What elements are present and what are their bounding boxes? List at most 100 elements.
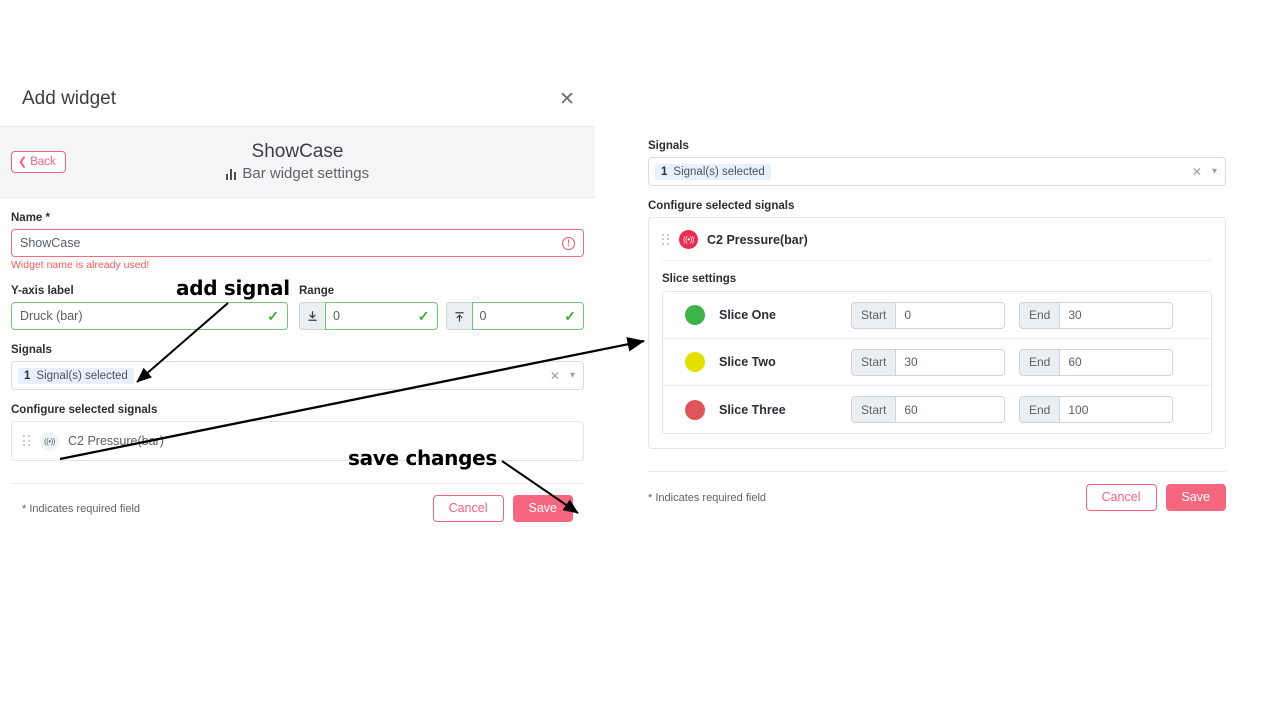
slice-start-input[interactable]: 60 xyxy=(895,396,1005,423)
slice-start-label: Start xyxy=(851,301,896,329)
slice-row: Slice Two Start 30 End 60 xyxy=(663,339,1211,386)
right-signals-select[interactable]: 1 Signal(s) selected ✕ ▾ xyxy=(648,157,1226,186)
slice-start-value: 30 xyxy=(904,355,918,369)
add-widget-dialog: Add widget ✕ ❮ Back ShowCase Bar widget … xyxy=(0,72,595,533)
signal-configuration-panel: Signals 1 Signal(s) selected ✕ ▾ Configu… xyxy=(648,140,1226,523)
chevron-down-icon[interactable]: ▾ xyxy=(1212,166,1217,177)
right-signals-label: Signals xyxy=(648,140,689,152)
range-min-group: 0 ✓ xyxy=(299,302,438,330)
configure-signals-group: Configure selected signals ((•)) C2 Pres… xyxy=(11,404,584,461)
signals-selected-chip: 1 Signal(s) selected xyxy=(18,367,134,384)
widget-subtitle: Bar widget settings xyxy=(225,165,370,183)
signals-label: Signals xyxy=(11,344,52,356)
signals-selected-count: 1 xyxy=(24,369,31,382)
signal-row[interactable]: ((•)) C2 Pressure(bar) xyxy=(662,230,1212,249)
slice-end-input[interactable]: 100 xyxy=(1059,396,1173,423)
right-configure-signals-label: Configure selected signals xyxy=(648,200,795,212)
name-field-group: Name * ShowCase ! Widget name is already… xyxy=(11,212,584,271)
right-signals-selected-chip: 1 Signal(s) selected xyxy=(655,163,771,180)
download-to-line-icon xyxy=(299,302,325,330)
signal-row-label: C2 Pressure(bar) xyxy=(707,232,808,247)
name-label: Name * xyxy=(11,212,50,224)
slice-settings-label: Slice settings xyxy=(662,273,737,285)
right-signals-field-group: Signals 1 Signal(s) selected ✕ ▾ xyxy=(648,140,1226,186)
yaxis-input[interactable]: Druck (bar) ✓ xyxy=(11,302,288,330)
slice-end-group: End 30 xyxy=(1019,301,1173,329)
slice-start-input[interactable]: 0 xyxy=(895,301,1005,329)
slice-row: Slice Three Start 60 End 100 xyxy=(663,386,1211,433)
slice-start-group: Start 30 xyxy=(851,348,1005,376)
right-signals-selected-count: 1 xyxy=(661,165,668,178)
slice-end-input[interactable]: 60 xyxy=(1059,348,1173,376)
widget-form: Name * ShowCase ! Widget name is already… xyxy=(0,198,595,533)
dialog-footer: * Indicates required field Cancel Save xyxy=(11,483,584,533)
slice-name: Slice Two xyxy=(719,355,776,369)
slice-settings-table: Slice One Start 0 End 30 Slice Two Start… xyxy=(662,291,1212,434)
signal-row[interactable]: ((•)) C2 Pressure(bar) xyxy=(11,421,584,461)
slice-start-value: 60 xyxy=(904,402,918,417)
required-field-note: * Indicates required field xyxy=(22,502,141,515)
signal-row-label: C2 Pressure(bar) xyxy=(68,434,164,448)
exclamation-circle-icon: ! xyxy=(562,236,575,250)
slice-end-value: 60 xyxy=(1068,355,1082,369)
name-input-value: ShowCase xyxy=(20,236,81,250)
drag-handle-icon[interactable] xyxy=(23,435,31,447)
slice-row: Slice One Start 0 End 30 xyxy=(663,292,1211,339)
save-button[interactable]: Save xyxy=(512,495,573,522)
bar-chart-icon xyxy=(225,168,237,180)
clear-x-icon[interactable]: ✕ xyxy=(550,369,560,383)
slice-color-dot xyxy=(685,305,705,325)
right-configure-signals-group: Configure selected signals ((•)) C2 Pres… xyxy=(648,200,1226,449)
back-button[interactable]: ❮ Back xyxy=(11,151,66,173)
slice-start-group: Start 0 xyxy=(851,301,1005,329)
slice-end-group: End 100 xyxy=(1019,396,1173,423)
close-icon[interactable]: ✕ xyxy=(555,87,579,111)
slice-end-input[interactable]: 30 xyxy=(1059,301,1173,329)
signals-selected-text: Signal(s) selected xyxy=(36,369,128,382)
slice-start-group: Start 60 xyxy=(851,396,1005,423)
signal-broadcast-icon: ((•)) xyxy=(679,230,698,249)
page-title: Add widget xyxy=(22,88,117,109)
signals-field-group: Signals 1 Signal(s) selected ✕ ▾ xyxy=(11,344,584,390)
cancel-button[interactable]: Cancel xyxy=(432,495,504,522)
required-field-note: * Indicates required field xyxy=(648,491,767,504)
range-field-group: Range 0 ✓ 0 ✓ xyxy=(299,285,584,330)
slice-end-label: End xyxy=(1019,396,1060,423)
dialog-titlebar: Add widget ✕ xyxy=(0,72,595,126)
slice-color-dot xyxy=(685,399,705,420)
check-icon: ✓ xyxy=(417,307,430,324)
slice-name: Slice Three xyxy=(719,402,786,417)
check-icon: ✓ xyxy=(267,307,279,324)
signals-select[interactable]: 1 Signal(s) selected ✕ ▾ xyxy=(11,361,584,390)
slice-end-group: End 60 xyxy=(1019,348,1173,376)
widget-name-heading: ShowCase xyxy=(251,140,344,162)
slice-name: Slice One xyxy=(719,308,776,322)
widget-subtitle-label: Bar widget settings xyxy=(242,165,370,183)
signal-broadcast-icon: ((•)) xyxy=(40,431,59,451)
slice-end-value: 100 xyxy=(1068,402,1089,417)
drag-handle-icon[interactable] xyxy=(662,233,670,246)
clear-x-icon[interactable]: ✕ xyxy=(1192,165,1202,179)
range-max-group: 0 ✓ xyxy=(445,302,584,330)
back-button-label: Back xyxy=(30,156,56,168)
save-button[interactable]: Save xyxy=(1165,484,1226,511)
slice-start-label: Start xyxy=(851,348,896,376)
range-max-input[interactable]: 0 ✓ xyxy=(471,302,584,330)
check-icon: ✓ xyxy=(564,307,576,324)
slice-start-value: 0 xyxy=(904,308,912,322)
right-panel-footer: * Indicates required field Cancel Save xyxy=(648,471,1226,523)
slice-end-value: 30 xyxy=(1068,308,1082,322)
cancel-button[interactable]: Cancel xyxy=(1085,484,1157,511)
range-max-value: 0 xyxy=(479,309,487,323)
range-min-value: 0 xyxy=(333,309,340,323)
slice-start-input[interactable]: 30 xyxy=(895,348,1005,376)
configure-signals-label: Configure selected signals xyxy=(11,404,158,416)
slice-start-label: Start xyxy=(851,396,896,423)
chevron-left-icon: ❮ xyxy=(18,155,28,168)
widget-settings-header: ❮ Back ShowCase Bar widget settings xyxy=(0,126,595,198)
range-min-input[interactable]: 0 ✓ xyxy=(325,302,438,330)
chevron-down-icon[interactable]: ▾ xyxy=(570,370,575,381)
divider xyxy=(662,260,1212,261)
yaxis-input-value: Druck (bar) xyxy=(20,309,83,323)
name-input[interactable]: ShowCase ! xyxy=(11,229,584,257)
